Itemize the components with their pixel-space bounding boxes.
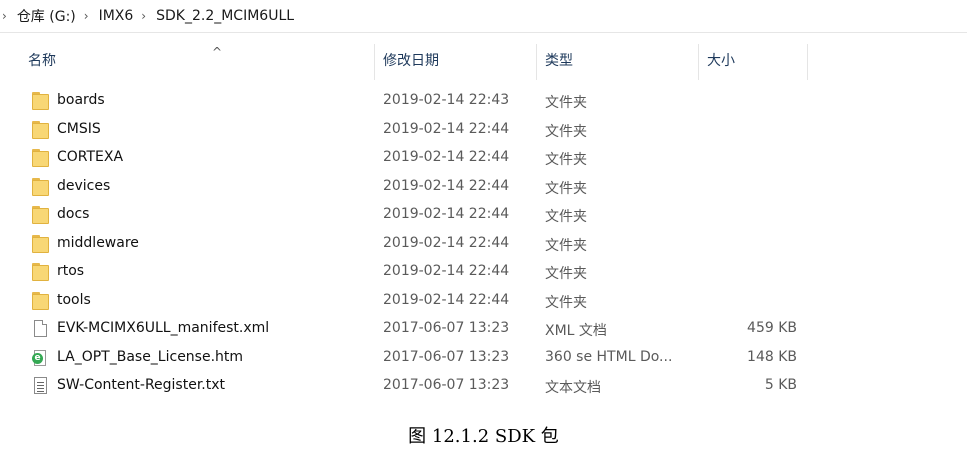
file-name: CORTEXA [57, 149, 124, 165]
folder-icon [32, 263, 50, 281]
chevron-right-icon[interactable]: › [133, 9, 156, 23]
file-type: 文件夹 [545, 294, 587, 311]
text-file-icon [34, 377, 47, 394]
file-date: 2019-02-14 22:44 [383, 263, 510, 279]
file-date: 2019-02-14 22:44 [383, 177, 510, 194]
file-type: 文件夹 [545, 237, 587, 254]
column-header-row: 名称 ^ 修改日期 类型 大小 [0, 44, 967, 80]
file-row[interactable]: e LA_OPT_Base_License.htm 2017-06-07 13:… [0, 344, 967, 373]
folder-icon [32, 234, 50, 253]
file-date: 2017-06-07 13:23 [383, 377, 510, 393]
breadcrumb-item-sdk[interactable]: SDK_2.2_MCIM6ULL [156, 8, 294, 24]
file-type: 文件夹 [545, 123, 587, 140]
file-row[interactable]: middleware 2019-02-14 22:44 文件夹 [0, 230, 967, 259]
file-date: 2019-02-14 22:44 [383, 234, 510, 251]
breadcrumb-item-drive[interactable]: 仓库 (G:) [17, 6, 76, 26]
file-name: SW-Content-Register.txt [57, 377, 226, 393]
column-header-type-label: 类型 [545, 53, 573, 69]
file-date: 2017-06-07 13:23 [383, 348, 510, 365]
file-name: docs [57, 206, 90, 222]
file-name: EVK-MCIMX6ULL_manifest.xml [57, 320, 270, 336]
file-type: 文件夹 [545, 209, 587, 225]
file-row[interactable]: docs 2019-02-14 22:44 文件夹 [0, 201, 967, 230]
file-type: 文件夹 [545, 95, 587, 111]
file-row[interactable]: CMSIS 2019-02-14 22:44 文件夹 [0, 116, 967, 145]
file-row[interactable]: SW-Content-Register.txt 2017-06-07 13:23… [0, 372, 967, 401]
sort-ascending-icon: ^ [212, 45, 223, 59]
file-name: CMSIS [57, 120, 101, 137]
chevron-right-icon[interactable]: › [76, 9, 99, 23]
file-row[interactable]: CORTEXA 2019-02-14 22:44 文件夹 [0, 144, 967, 173]
file-name: devices [57, 177, 111, 194]
file-name: LA_OPT_Base_License.htm [57, 348, 244, 365]
file-size: 5 KB [764, 377, 797, 393]
column-header-date-label: 修改日期 [383, 53, 439, 69]
file-type: 文本文档 [545, 380, 601, 396]
file-row[interactable]: tools 2019-02-14 22:44 文件夹 [0, 287, 967, 316]
file-date: 2017-06-07 13:23 [383, 320, 510, 336]
file-date: 2019-02-14 22:44 [383, 291, 510, 308]
html-file-icon: e [32, 349, 48, 366]
column-header-type[interactable]: 类型 [537, 44, 699, 80]
folder-icon [32, 149, 50, 167]
file-name: rtos [57, 263, 85, 279]
figure-caption: 图 12.1.2 SDK 包 [408, 426, 559, 447]
folder-icon [32, 291, 50, 310]
file-row[interactable]: boards 2019-02-14 22:43 文件夹 [0, 87, 967, 116]
column-header-name[interactable]: 名称 ^ [20, 44, 375, 80]
file-type: 360 se HTML Do... [545, 348, 673, 365]
file-row[interactable]: EVK-MCIMX6ULL_manifest.xml 2017-06-07 13… [0, 315, 967, 344]
file-name: middleware [57, 234, 139, 251]
breadcrumb-item-imx6[interactable]: IMX6 [99, 8, 134, 24]
file-size: 148 KB [747, 348, 797, 365]
file-row[interactable]: devices 2019-02-14 22:44 文件夹 [0, 173, 967, 202]
file-type: 文件夹 [545, 152, 587, 168]
file-name: tools [57, 291, 91, 308]
chevron-right-icon[interactable]: › [0, 9, 17, 23]
column-header-name-label: 名称 [28, 53, 56, 69]
column-header-size[interactable]: 大小 [699, 44, 808, 80]
file-type: XML 文档 [545, 323, 607, 339]
folder-icon [32, 92, 50, 110]
file-date: 2019-02-14 22:44 [383, 206, 510, 222]
file-type: 文件夹 [545, 266, 587, 282]
folder-icon [32, 206, 50, 224]
column-header-date[interactable]: 修改日期 [375, 44, 537, 80]
column-header-size-label: 大小 [707, 53, 735, 69]
file-date: 2019-02-14 22:43 [383, 92, 510, 108]
file-date: 2019-02-14 22:44 [383, 120, 510, 137]
folder-icon [32, 120, 50, 139]
file-type: 文件夹 [545, 180, 587, 197]
file-name: boards [57, 92, 105, 108]
file-size: 459 KB [747, 320, 797, 336]
file-row[interactable]: rtos 2019-02-14 22:44 文件夹 [0, 258, 967, 287]
breadcrumb: › 仓库 (G:) › IMX6 › SDK_2.2_MCIM6ULL [0, 0, 967, 33]
folder-icon [32, 177, 50, 196]
file-date: 2019-02-14 22:44 [383, 149, 510, 165]
xml-file-icon [34, 320, 47, 337]
